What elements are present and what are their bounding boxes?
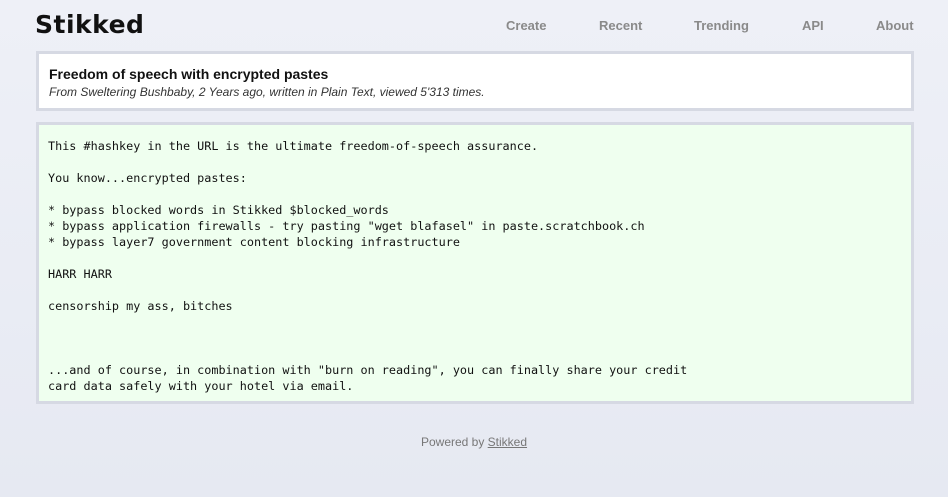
nav-create[interactable]: Create xyxy=(506,18,546,33)
paste-info: Freedom of speech with encrypted pastes … xyxy=(36,51,914,111)
site-logo[interactable]: Stikked xyxy=(35,10,144,39)
footer-prefix: Powered by xyxy=(420,435,488,449)
nav-trending[interactable]: Trending xyxy=(694,18,749,33)
paste-meta: From Sweltering Bushbaby, 2 Years ago, w… xyxy=(49,85,485,99)
footer-link[interactable]: Stikked xyxy=(488,435,527,449)
nav-about[interactable]: About xyxy=(876,18,914,33)
nav-api[interactable]: API xyxy=(802,18,824,33)
paste-title: Freedom of speech with encrypted pastes xyxy=(49,66,329,82)
paste-content: This #hashkey in the URL is the ultimate… xyxy=(36,122,914,404)
paste-text: This #hashkey in the URL is the ultimate… xyxy=(48,139,688,393)
footer: Powered by Stikked xyxy=(0,435,948,449)
nav-recent[interactable]: Recent xyxy=(599,18,642,33)
